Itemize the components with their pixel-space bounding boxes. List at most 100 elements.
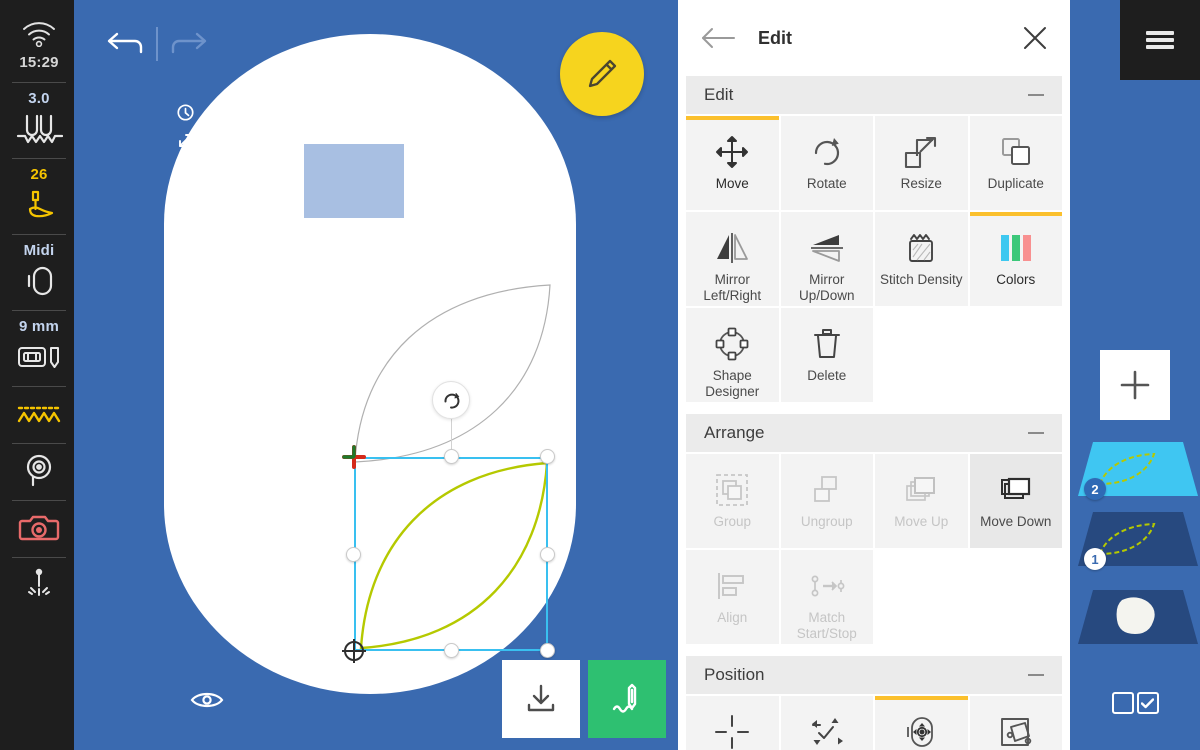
status-item-camera[interactable]: [0, 508, 78, 548]
collapse-icon[interactable]: [1028, 432, 1044, 434]
tool-center-position[interactable]: [686, 696, 779, 750]
design-canvas[interactable]: <1 min 3.0 x 3.0 in 1: [78, 0, 678, 750]
close-button[interactable]: [1022, 25, 1048, 51]
needle-stitch-icon: [612, 683, 637, 713]
status-item-bobbin[interactable]: Midi: [0, 242, 78, 301]
status-item-wifi[interactable]: 15:29: [0, 14, 78, 73]
divider: [12, 82, 66, 83]
tool-stitch-density[interactable]: Stitch Density: [875, 212, 968, 306]
divider: [12, 234, 66, 235]
tool-move-down[interactable]: Move Down: [969, 454, 1062, 548]
camera-icon: [18, 508, 60, 548]
section-header-edit[interactable]: Edit: [686, 76, 1062, 114]
rotate-handle[interactable]: [432, 381, 470, 419]
tool-delete[interactable]: Delete: [780, 308, 873, 402]
preview-toggle-button[interactable]: [190, 689, 224, 716]
bobbin-icon: [21, 261, 57, 301]
tool-move-up[interactable]: Move Up: [875, 454, 968, 548]
menu-icon: [1146, 31, 1174, 35]
layer-item-2[interactable]: 2: [1070, 434, 1200, 504]
grid-filler: [970, 550, 1063, 644]
tool-shape-designer[interactable]: Shape Designer: [686, 308, 779, 402]
redo-button[interactable]: [164, 24, 216, 64]
tool-ungroup[interactable]: Ungroup: [780, 454, 873, 548]
resize-handle-bottom[interactable]: [443, 643, 459, 658]
thread-spool-icon: [20, 451, 58, 491]
resize-handle-top-right[interactable]: [540, 448, 555, 464]
tool-label: Duplicate: [987, 176, 1044, 191]
tool-label: Move Up: [894, 514, 949, 529]
section-header-arrange[interactable]: Arrange: [686, 414, 1062, 452]
collapse-icon[interactable]: [1028, 674, 1044, 676]
design-info-row: 3.0 x 3.0 in: [176, 126, 284, 154]
status-item-stitch-width[interactable]: 3.0: [0, 90, 78, 149]
tool-label: Mirror Up/Down: [798, 272, 855, 303]
edit-panel: Edit Edit Move Rotate Resize Duplicate M…: [678, 0, 1070, 750]
presser-foot-value: 26: [30, 166, 48, 183]
arrange-tool-grid: Group Ungroup Move Up Move Down Align Ma…: [678, 452, 1070, 644]
tool-match-start-stop[interactable]: Match Start/Stop: [780, 550, 873, 644]
tool-align[interactable]: Align: [686, 550, 779, 644]
tool-hoop-position[interactable]: [875, 696, 968, 750]
checkbox-checked-icon[interactable]: [1136, 692, 1159, 714]
divider: [12, 310, 66, 311]
tool-check-position[interactable]: [780, 696, 873, 750]
match-start-stop-icon: [808, 566, 846, 606]
tool-label: Match Start/Stop: [796, 610, 857, 641]
tool-group[interactable]: Group: [686, 454, 779, 548]
status-item-needle-plate[interactable]: 9 mm: [0, 318, 78, 377]
save-button[interactable]: [502, 660, 580, 738]
tool-label: Stitch Density: [879, 272, 963, 287]
checkbox-empty-icon[interactable]: [1111, 692, 1134, 714]
status-item-stitch-pattern[interactable]: [0, 394, 78, 434]
pencil-icon: [588, 59, 617, 88]
stitch-pattern-icon: [16, 394, 62, 434]
center-icon: [714, 712, 750, 750]
tool-resize[interactable]: Resize: [875, 116, 968, 210]
menu-icon: [1146, 45, 1174, 49]
needle-light-icon: [22, 565, 56, 601]
add-layer-button[interactable]: [1100, 350, 1170, 420]
tool-colors[interactable]: Colors: [969, 212, 1062, 306]
tool-label: Colors: [996, 272, 1036, 287]
tool-move[interactable]: Move: [686, 116, 779, 210]
back-button[interactable]: [700, 27, 736, 49]
design-info-row: 1: [176, 154, 284, 182]
resize-handle-top[interactable]: [443, 448, 459, 464]
arrow-left-icon: [702, 28, 735, 48]
status-item-thread-spool[interactable]: [0, 451, 78, 491]
menu-button[interactable]: [1120, 0, 1200, 80]
layer-item-background[interactable]: [1070, 582, 1200, 652]
section-header-position[interactable]: Position: [686, 656, 1062, 694]
divider: [12, 557, 66, 558]
tool-label: Shape Designer: [705, 368, 760, 399]
colors-icon: [176, 161, 194, 175]
align-icon: [715, 566, 749, 606]
shape-designer-icon: [715, 324, 749, 364]
edit-pencil-button[interactable]: [560, 32, 644, 116]
tool-label: Delete: [807, 368, 847, 383]
status-item-presser-foot[interactable]: 26: [0, 166, 78, 225]
tool-rotate[interactable]: Rotate: [780, 116, 873, 210]
close-icon: [1024, 27, 1046, 49]
layer-item-1[interactable]: 1: [1070, 504, 1200, 574]
collapse-icon[interactable]: [1028, 94, 1044, 96]
resize-handle-left[interactable]: [345, 546, 361, 562]
resize-handle-bottom-right[interactable]: [540, 643, 555, 658]
presser-foot-icon: [19, 185, 59, 225]
undo-button[interactable]: [98, 24, 150, 64]
menu-icon: [1146, 38, 1174, 42]
tool-free-position[interactable]: [969, 696, 1062, 750]
status-item-needle-light[interactable]: [0, 565, 78, 601]
wifi-icon: [22, 14, 56, 54]
selection-overlay[interactable]: [342, 381, 555, 663]
tool-mirror-left-right[interactable]: Mirror Left/Right: [686, 212, 779, 306]
stitch-time-value: <1 min: [206, 103, 256, 121]
resize-handle-right[interactable]: [540, 546, 555, 562]
tool-duplicate[interactable]: Duplicate: [969, 116, 1062, 210]
select-all-toggle[interactable]: [1070, 692, 1200, 714]
tool-mirror-up-down[interactable]: Mirror Up/Down: [780, 212, 873, 306]
start-point-icon[interactable]: [341, 638, 367, 664]
sew-button[interactable]: [588, 660, 666, 738]
bobbin-value: Midi: [23, 242, 55, 259]
